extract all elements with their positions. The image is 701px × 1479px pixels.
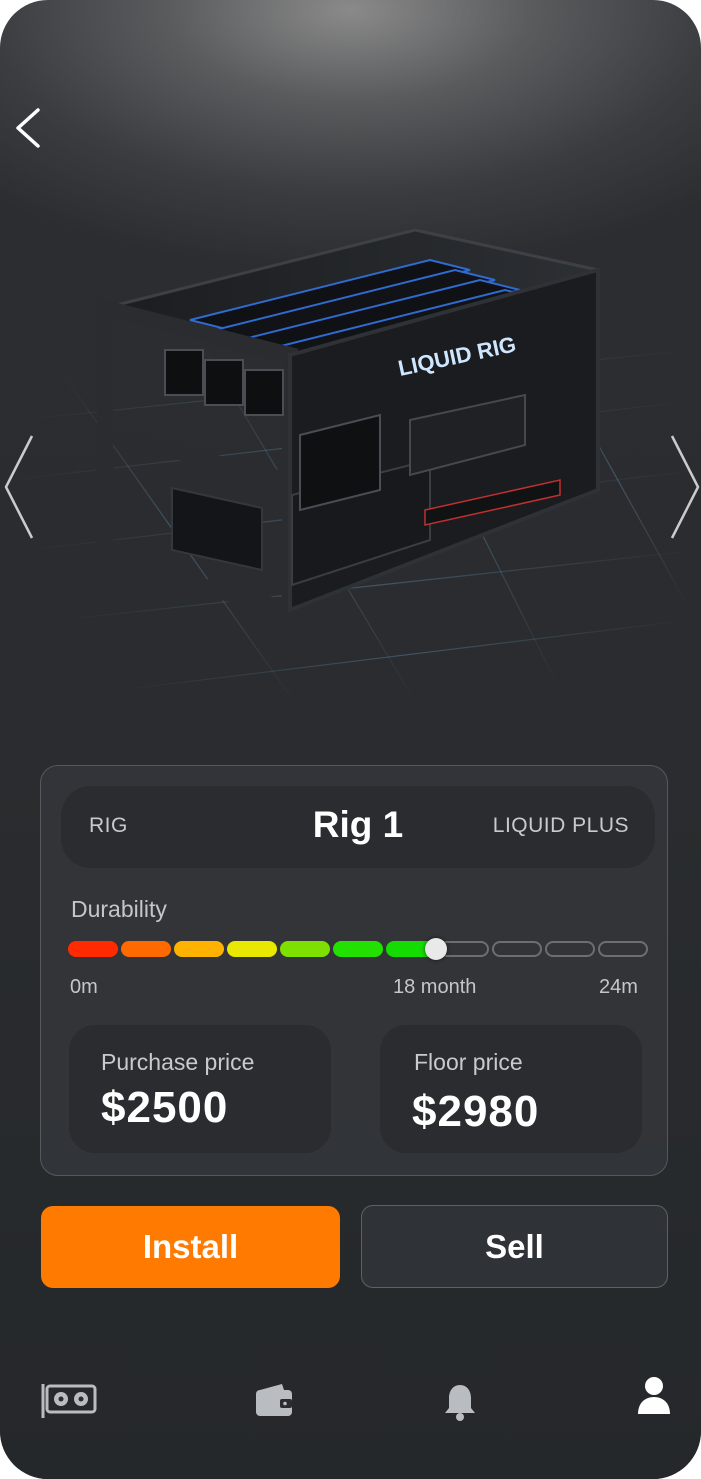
durability-segment-empty — [492, 941, 542, 957]
durability-knob — [425, 938, 447, 960]
previous-rig-arrow-icon[interactable] — [2, 432, 36, 542]
floor-price-value: $2980 — [412, 1087, 540, 1136]
mining-rig-image: LIQUID RIG — [9, 228, 701, 711]
durability-segment-filled — [280, 941, 330, 957]
rig-model-label: LIQUID PLUS — [492, 814, 629, 837]
durability-segment-filled — [121, 941, 171, 957]
install-button[interactable]: Install — [41, 1206, 340, 1288]
wallet-icon[interactable] — [254, 1382, 294, 1418]
durability-end-label: 24m — [599, 976, 638, 998]
next-rig-arrow-icon[interactable] — [668, 432, 701, 542]
gpu-card-icon[interactable] — [41, 1382, 97, 1420]
durability-segment-empty — [598, 941, 648, 957]
durability-segment-filled — [227, 941, 277, 957]
sell-button[interactable]: Sell — [361, 1205, 668, 1288]
durability-segment-empty — [545, 941, 595, 957]
purchase-price-box: Purchase price $2500 — [69, 1025, 331, 1153]
durability-label: Durability — [71, 896, 167, 922]
durability-segment-filled — [333, 941, 383, 957]
durability-bar — [68, 938, 648, 960]
durability-start-label: 0m — [70, 976, 98, 998]
rig-info-card: RIG Rig 1 LIQUID PLUS Durability 0m 18 m… — [40, 765, 668, 1176]
app-screen: LIQUID RIG RIG Rig 1 LIQUID PLUS Durabil… — [0, 0, 701, 1479]
floor-price-label: Floor price — [414, 1049, 523, 1075]
purchase-price-label: Purchase price — [101, 1049, 255, 1075]
durability-segment-filled — [68, 941, 118, 957]
purchase-price-value: $2500 — [101, 1083, 229, 1132]
durability-current-label: 18 month — [393, 976, 477, 998]
rig-name-bar: RIG Rig 1 LIQUID PLUS — [61, 786, 655, 868]
floor-price-box: Floor price $2980 — [380, 1025, 642, 1153]
bell-icon[interactable] — [443, 1382, 477, 1422]
user-icon[interactable] — [636, 1376, 672, 1416]
back-arrow-icon[interactable] — [12, 106, 52, 150]
durability-segment-filled — [174, 941, 224, 957]
